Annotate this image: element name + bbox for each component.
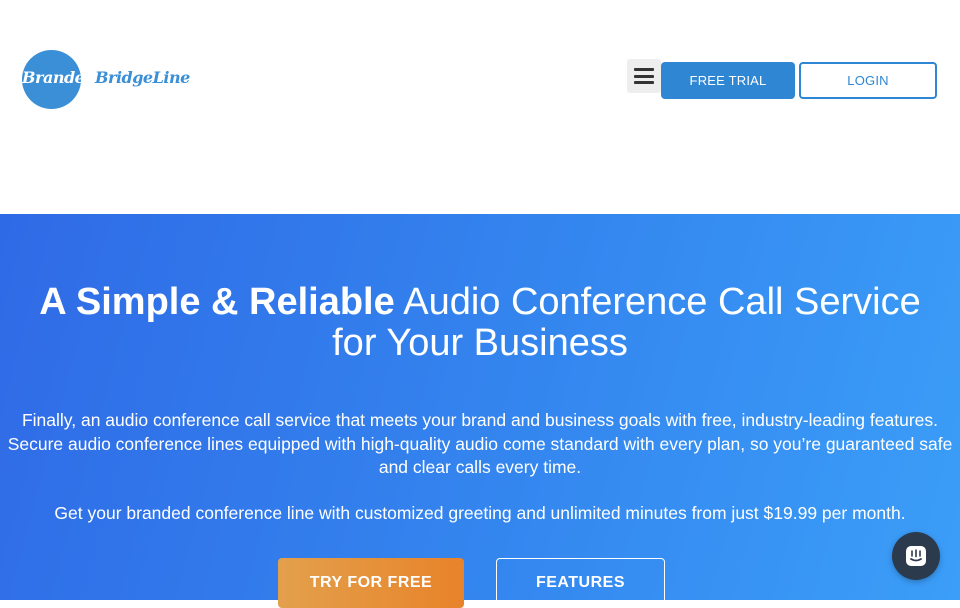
logo-part-3: Line: [152, 68, 191, 87]
hero-pricing-text: Get your branded conference line with cu…: [54, 503, 906, 523]
chat-icon: [906, 546, 926, 566]
features-button[interactable]: FEATURES: [496, 558, 665, 608]
hero-headline: A Simple & Reliable Audio Conference Cal…: [20, 282, 940, 364]
logo-part-1: Branded: [22, 68, 96, 87]
free-trial-button[interactable]: FREE TRIAL: [661, 62, 795, 99]
hero-description: Finally, an audio conference call servic…: [7, 410, 953, 477]
hero-section: A Simple & Reliable Audio Conference Cal…: [0, 214, 960, 608]
headline-bold: A Simple & Reliable: [39, 281, 395, 323]
chat-launcher-button[interactable]: [892, 532, 940, 580]
try-for-free-button[interactable]: TRY FOR FREE: [278, 558, 464, 608]
site-header: BrandedBridgeLine FREE TRIAL LOGIN: [0, 0, 960, 214]
brand-logo[interactable]: BrandedBridgeLine: [22, 50, 190, 110]
logo-part-2: Bridge: [95, 68, 153, 87]
hamburger-menu-icon: [634, 68, 654, 84]
headline-rest: Audio Conference Call Service for Your B…: [332, 281, 921, 364]
login-button[interactable]: LOGIN: [799, 62, 937, 99]
menu-toggle-button[interactable]: [627, 59, 661, 93]
logo-text: BrandedBridgeLine: [22, 68, 190, 87]
